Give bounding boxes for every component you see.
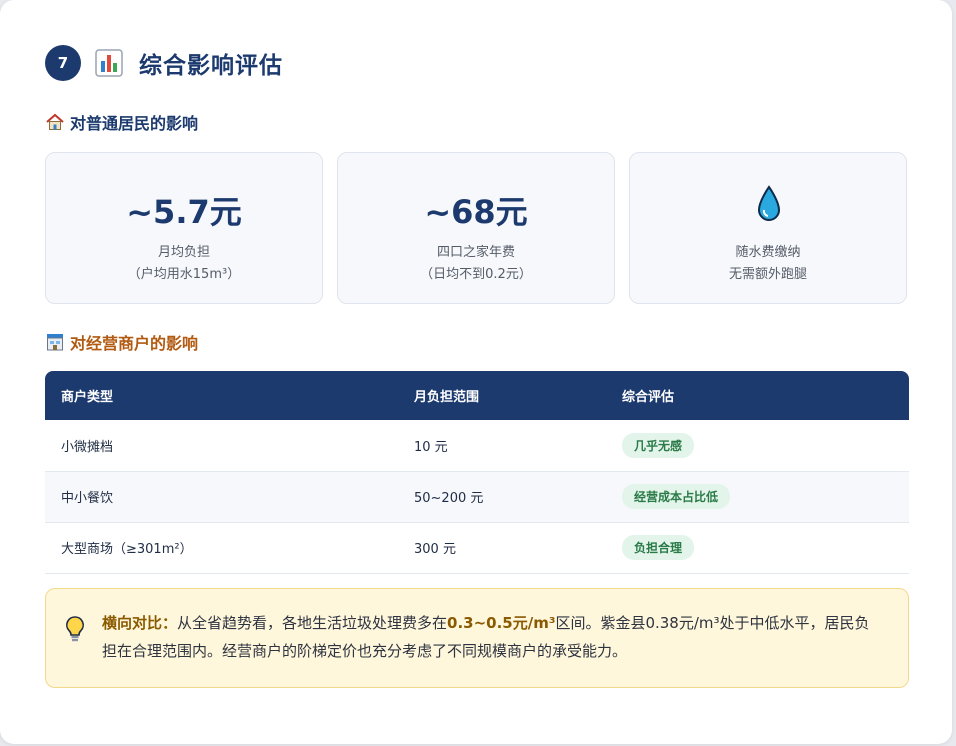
cell-type: 中小餐饮 bbox=[45, 471, 398, 523]
note-text-part1: 从全省趋势看，各地生活垃圾处理费多在 bbox=[177, 614, 448, 632]
eval-badge: 经营成本占比低 bbox=[622, 484, 731, 509]
stat-label: 月均负担 bbox=[157, 245, 210, 260]
table-row: 大型商场（≥301m²） 300 元 负担合理 bbox=[45, 522, 909, 574]
cell-range: 50~200 元 bbox=[398, 471, 606, 523]
stat-card-monthly: ~5.7元 月均负担 （户均用水15m³） bbox=[45, 152, 323, 304]
stat-value: ~5.7元 bbox=[126, 193, 242, 231]
cell-range: 300 元 bbox=[398, 522, 606, 574]
column-header-range: 月负担范围 bbox=[398, 371, 606, 420]
water-drop-icon bbox=[757, 185, 781, 221]
bar-chart-icon bbox=[95, 49, 123, 77]
residents-heading-label: 对普通居民的影响 bbox=[70, 114, 199, 133]
impact-card: 7 综合影响评估 对普通居民的影响 ~5.7元 月均负担 （户均用水15m³） … bbox=[0, 0, 952, 744]
shop-icon bbox=[47, 334, 63, 351]
residents-heading: 对普通居民的影响 bbox=[45, 110, 198, 134]
section-header: 7 综合影响评估 bbox=[45, 45, 283, 81]
section-number-badge: 7 bbox=[45, 45, 81, 81]
cell-type: 小微摊档 bbox=[45, 420, 398, 472]
stat-label: 随水费缴纳 bbox=[735, 245, 801, 260]
cell-eval: 经营成本占比低 bbox=[606, 471, 909, 523]
note-text: 横向对比：从全省趋势看，各地生活垃圾处理费多在0.3~0.5元/m³区间。紫金县… bbox=[102, 609, 882, 665]
table-header-row: 商户类型 月负担范围 综合评估 bbox=[45, 371, 909, 420]
eval-badge: 几乎无感 bbox=[622, 432, 695, 458]
merchants-heading: 对经营商户的影响 bbox=[45, 330, 198, 354]
eval-badge: 负担合理 bbox=[622, 535, 695, 560]
table-row: 小微摊档 10 元 几乎无感 bbox=[45, 420, 909, 472]
cell-range: 10 元 bbox=[398, 420, 606, 472]
house-icon bbox=[46, 113, 64, 130]
comparison-note: 横向对比：从全省趋势看，各地生活垃圾处理费多在0.3~0.5元/m³区间。紫金县… bbox=[45, 588, 909, 688]
lightbulb-icon bbox=[66, 616, 84, 642]
stat-value: ~68元 bbox=[424, 193, 528, 231]
stat-note: （日均不到0.2元） bbox=[420, 267, 532, 282]
stat-label: 四口之家年费 bbox=[436, 245, 515, 260]
note-highlight: 0.3~0.5元/m³ bbox=[447, 614, 556, 632]
stat-card-annual: ~68元 四口之家年费 （日均不到0.2元） bbox=[337, 152, 615, 304]
merchant-table: 商户类型 月负担范围 综合评估 小微摊档 10 元 几乎无感 中小餐饮 50~2… bbox=[45, 371, 909, 574]
section-title: 综合影响评估 bbox=[139, 53, 283, 79]
column-header-eval: 综合评估 bbox=[606, 371, 909, 420]
cell-eval: 负担合理 bbox=[606, 522, 909, 574]
note-lead: 横向对比： bbox=[102, 614, 178, 632]
cell-type: 大型商场（≥301m²） bbox=[45, 522, 398, 574]
table-row: 中小餐饮 50~200 元 经营成本占比低 bbox=[45, 471, 909, 523]
cell-eval: 几乎无感 bbox=[606, 420, 909, 472]
column-header-type: 商户类型 bbox=[45, 371, 398, 420]
stat-note: （户均用水15m³） bbox=[127, 267, 241, 282]
stat-card-payment: 随水费缴纳 无需额外跑腿 bbox=[629, 152, 907, 304]
stat-note: 无需额外跑腿 bbox=[728, 267, 807, 282]
merchants-heading-label: 对经营商户的影响 bbox=[70, 334, 199, 353]
